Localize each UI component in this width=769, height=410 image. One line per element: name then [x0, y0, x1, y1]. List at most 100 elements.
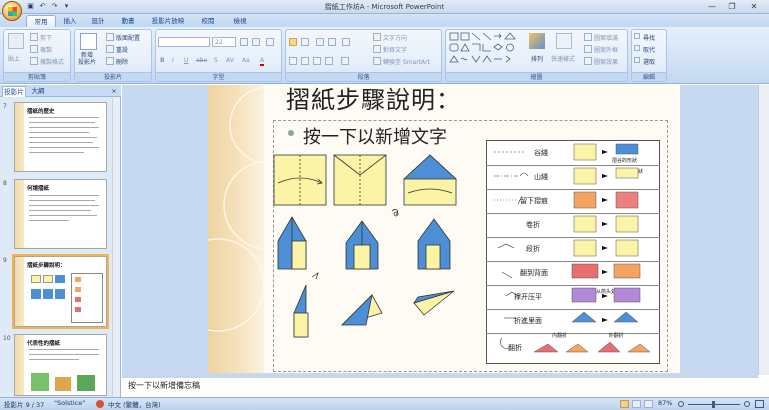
format-painter-button[interactable]: 複製格式 — [40, 57, 64, 66]
tab-home[interactable]: 常用 — [26, 15, 56, 27]
convert-smartart-button[interactable]: 轉換至 SmartArt — [383, 57, 430, 66]
shape-fill-button[interactable]: 圖案填滿 — [594, 33, 618, 42]
shapes-gallery[interactable] — [449, 32, 521, 66]
copy-icon — [30, 45, 38, 53]
replace-icon — [634, 45, 640, 51]
thumbnail-number: 7 — [3, 103, 7, 110]
underline-button[interactable]: U — [184, 57, 188, 64]
normal-view-icon[interactable] — [620, 400, 629, 408]
change-case-button[interactable]: Aa — [242, 57, 250, 64]
italic-button[interactable]: I — [172, 57, 174, 64]
smartart-icon — [373, 57, 381, 65]
font-size-combo[interactable]: 22 — [212, 37, 236, 47]
arrange-button[interactable]: 排列 — [531, 54, 543, 63]
font-name-combo[interactable] — [158, 37, 210, 47]
restore-button[interactable]: ❐ — [723, 1, 741, 12]
close-button[interactable]: ✕ — [745, 1, 763, 12]
find-icon — [634, 33, 640, 39]
bold-button[interactable]: B — [160, 57, 165, 64]
paste-button[interactable]: 貼上 — [8, 54, 20, 63]
thumbnail-title: 摺紙的歷史 — [27, 109, 55, 115]
cut-icon — [30, 33, 38, 41]
slide-thumbnail[interactable]: 摺紙的歷史 — [14, 102, 107, 172]
align-text-button[interactable]: 對齊文字 — [383, 45, 407, 54]
align-left-icon[interactable] — [289, 57, 297, 65]
tab-slides-pane[interactable]: 投影片 — [2, 86, 26, 97]
tab-outline-pane[interactable]: 大綱 — [28, 86, 48, 97]
origami-steps-image[interactable] — [272, 153, 482, 363]
tab-design[interactable]: 設計 — [86, 15, 110, 27]
find-button[interactable]: 尋找 — [643, 33, 655, 42]
font-color-button[interactable]: A — [260, 57, 265, 66]
shrink-font-icon[interactable] — [252, 38, 260, 46]
text-direction-button[interactable]: 文字方向 — [383, 33, 407, 42]
decrease-indent-icon[interactable] — [316, 38, 324, 46]
slide-thumbnail[interactable]: 何謂摺紙 — [14, 179, 107, 249]
bullets-icon[interactable] — [289, 38, 297, 46]
slide-thumbnail-selected[interactable]: 摺紙步驟說明： — [12, 254, 109, 329]
slide-thumbnail[interactable]: 代表性的摺紙 — [14, 334, 107, 396]
increase-indent-icon[interactable] — [328, 38, 336, 46]
justify-icon[interactable] — [325, 57, 333, 65]
quick-styles-button[interactable]: 快速樣式 — [551, 54, 575, 63]
font-group-label: 字型 — [156, 72, 281, 81]
strikethrough-button[interactable]: abe — [196, 57, 207, 64]
thumbnail-decoration — [15, 180, 24, 248]
zoom-in-icon[interactable] — [744, 401, 750, 407]
tab-insert[interactable]: 插入 — [58, 15, 82, 27]
paragraph-group: 段落 — [285, 29, 442, 82]
office-button[interactable] — [2, 1, 22, 21]
shape-outline-icon — [584, 45, 592, 53]
notes-pane[interactable] — [122, 375, 758, 397]
pane-scrollbar[interactable] — [112, 98, 120, 396]
thumbnail-decoration — [15, 103, 24, 171]
fit-to-window-icon[interactable] — [755, 400, 764, 408]
shadow-button[interactable]: S — [214, 57, 218, 64]
spacing-button[interactable]: AV — [226, 57, 234, 64]
language-indicator[interactable]: 中文 (繁體，台灣) — [108, 399, 161, 409]
zoom-out-icon[interactable] — [678, 401, 684, 407]
reset-button[interactable]: 重設 — [116, 45, 128, 54]
select-button[interactable]: 選取 — [643, 57, 655, 66]
delete-button[interactable]: 刪除 — [116, 57, 128, 66]
slide-title[interactable]: 摺紙步驟說明： — [286, 80, 461, 115]
layout-icon — [106, 33, 114, 41]
grow-font-icon[interactable] — [240, 38, 248, 46]
align-center-icon[interactable] — [301, 57, 309, 65]
line-spacing-icon[interactable] — [342, 38, 350, 46]
shape-outline-button[interactable]: 圖案外框 — [594, 45, 618, 54]
tab-view[interactable]: 檢視 — [228, 15, 252, 27]
slideshow-view-icon[interactable] — [644, 400, 653, 408]
slide-scrollbar[interactable] — [758, 85, 769, 375]
cut-button[interactable]: 剪下 — [40, 33, 52, 42]
shape-effects-button[interactable]: 圖案效果 — [594, 57, 618, 66]
close-pane-icon[interactable]: × — [109, 86, 119, 97]
shape-fill-icon — [584, 33, 592, 41]
align-right-icon[interactable] — [313, 57, 321, 65]
spelling-icon[interactable] — [96, 400, 104, 408]
replace-button[interactable]: 取代 — [643, 45, 655, 54]
zoom-level[interactable]: 87% — [658, 399, 672, 407]
tab-animations[interactable]: 動畫 — [116, 15, 140, 27]
clear-format-icon[interactable] — [266, 38, 274, 46]
new-slide-icon[interactable] — [80, 33, 97, 50]
notes-placeholder[interactable]: 按一下以新增備忘稿 — [128, 380, 200, 391]
tab-slideshow[interactable]: 投影片放映 — [148, 15, 188, 27]
copy-button[interactable]: 複製 — [40, 45, 52, 54]
layout-button[interactable]: 版面配置 — [116, 33, 140, 42]
columns-icon[interactable] — [341, 57, 349, 65]
slide-counter: 投影片 9 / 37 — [4, 401, 45, 409]
slide-theme-decoration — [208, 85, 264, 373]
thumbnail-title: 摺紙步驟說明： — [27, 263, 66, 269]
numbering-icon[interactable] — [301, 38, 309, 46]
paste-icon[interactable] — [8, 33, 24, 49]
shape-effects-icon — [584, 57, 592, 65]
thumbnail-decoration — [15, 257, 24, 326]
thumbnail-title: 何謂摺紙 — [27, 186, 50, 192]
thumbnail-title: 代表性的摺紙 — [27, 341, 61, 347]
slide-sorter-view-icon[interactable] — [632, 400, 641, 408]
minimize-button[interactable]: — — [703, 1, 721, 12]
zoom-slider-thumb[interactable] — [712, 401, 715, 408]
new-slide-button[interactable]: 新增 投影片 — [78, 52, 96, 66]
tab-review[interactable]: 校閱 — [196, 15, 220, 27]
